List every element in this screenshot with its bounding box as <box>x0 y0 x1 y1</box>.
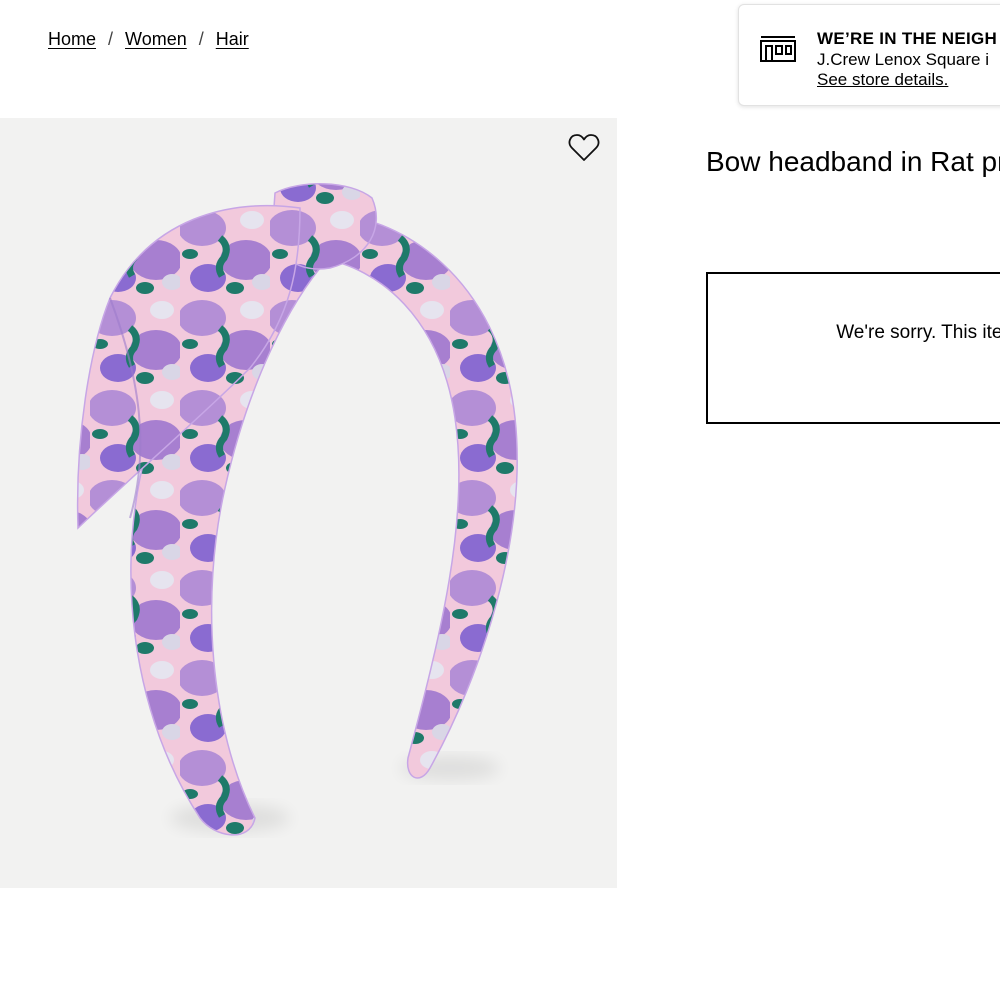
breadcrumb-home[interactable]: Home <box>48 29 96 50</box>
breadcrumb-women[interactable]: Women <box>125 29 187 50</box>
store-availability-card: WE’RE IN THE NEIGH J.Crew Lenox Square i… <box>738 4 1000 106</box>
store-name: J.Crew Lenox Square i <box>817 50 989 69</box>
sold-out-notice: We're sorry. This item has it has sold c <box>706 272 1000 424</box>
breadcrumb: Home / Women / Hair <box>48 29 249 50</box>
headband-illustration <box>76 183 518 836</box>
store-details-link[interactable]: See store details. <box>817 70 948 90</box>
breadcrumb-hair[interactable]: Hair <box>216 29 249 50</box>
sold-out-message: We're sorry. This item has it has sold c <box>836 322 1000 343</box>
store-heading: WE’RE IN THE NEIGH <box>817 29 998 48</box>
heart-icon[interactable] <box>568 133 600 163</box>
breadcrumb-separator: / <box>108 29 114 49</box>
store-icon <box>760 36 796 62</box>
product-image[interactable] <box>0 118 617 888</box>
product-title: Bow headband in Rat print <box>706 146 1000 177</box>
breadcrumb-separator: / <box>198 29 204 49</box>
